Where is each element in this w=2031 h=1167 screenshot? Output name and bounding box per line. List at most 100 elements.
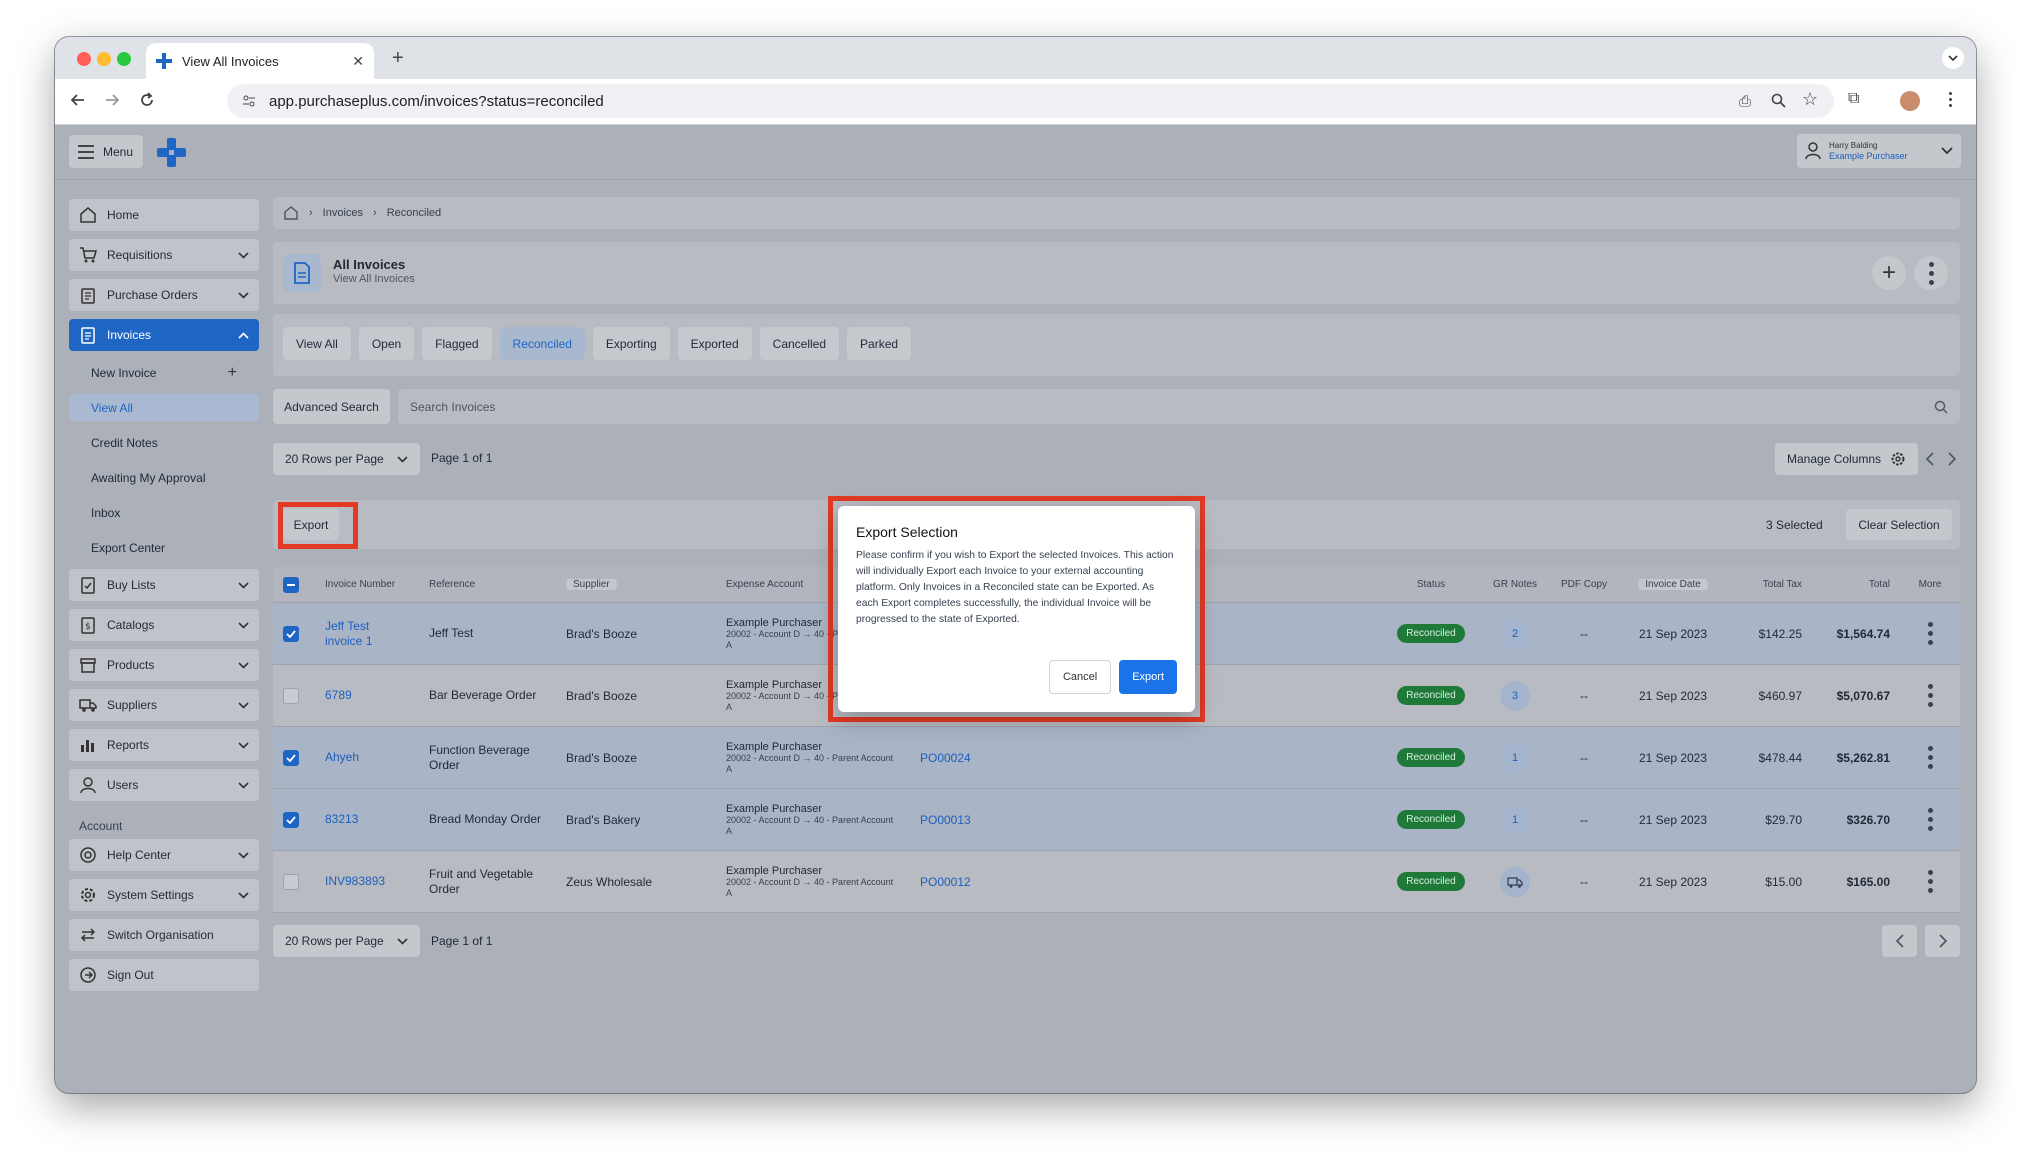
previous-page-icon[interactable] (1925, 452, 1935, 466)
browser-tab[interactable]: View All Invoices ✕ (146, 43, 374, 79)
column-invoice-number[interactable]: Invoice Number (315, 579, 419, 590)
purchase-order-link[interactable]: PO00012 (910, 875, 1380, 889)
table-row[interactable]: INV983893 Fruit and Vegetable Order Zeus… (273, 851, 1960, 913)
tab-parked[interactable]: Parked (847, 327, 912, 360)
row-checkbox[interactable] (283, 749, 299, 766)
sidebar-sub-view-all[interactable]: View All (69, 394, 259, 421)
next-page-button[interactable] (1925, 925, 1960, 957)
row-more-icon[interactable] (1927, 622, 1933, 645)
gr-notes-count[interactable]: 1 (1500, 742, 1530, 773)
column-pdf-copy[interactable]: PDF Copy (1548, 579, 1620, 590)
invoice-number-link[interactable]: Ahyeh (315, 750, 419, 765)
sidebar-item-catalogs[interactable]: $ Catalogs (69, 609, 259, 641)
zoom-icon[interactable] (1771, 93, 1787, 109)
address-bar[interactable]: app.purchaseplus.com/invoices?status=rec… (227, 84, 1834, 118)
rows-per-page-select-bottom[interactable]: 20 Rows per Page (273, 925, 420, 957)
reload-icon[interactable] (138, 91, 156, 109)
confirm-export-button[interactable]: Export (1119, 660, 1177, 694)
maximize-window-button[interactable] (117, 52, 131, 66)
sidebar-sub-awaiting-approval[interactable]: Awaiting My Approval (69, 464, 259, 491)
sidebar-sub-inbox[interactable]: Inbox (69, 499, 259, 526)
table-row[interactable]: 83213 Bread Monday Order Brad's Bakery E… (273, 789, 1960, 851)
back-icon[interactable] (69, 91, 87, 109)
profile-avatar[interactable] (1900, 91, 1920, 111)
sidebar-sub-new-invoice[interactable]: New Invoice + (69, 359, 259, 386)
row-checkbox[interactable] (283, 687, 299, 704)
user-menu-button[interactable]: Harry Balding Example Purchaser (1797, 134, 1961, 168)
column-reference[interactable]: Reference (419, 579, 556, 590)
browser-menu-icon[interactable] (1949, 92, 1952, 107)
sidebar-item-buy-lists[interactable]: Buy Lists (69, 569, 259, 601)
more-options-button[interactable] (1914, 256, 1948, 290)
cancel-button[interactable]: Cancel (1048, 660, 1112, 694)
column-supplier[interactable]: Supplier (566, 579, 617, 590)
tab-view-all[interactable]: View All (283, 327, 351, 360)
row-more-icon[interactable] (1927, 746, 1933, 769)
gr-notes-count[interactable]: 1 (1500, 804, 1530, 835)
row-more-icon[interactable] (1927, 808, 1933, 831)
rows-per-page-select[interactable]: 20 Rows per Page (273, 443, 420, 475)
purchaseplus-logo-icon[interactable] (157, 138, 186, 167)
row-checkbox[interactable] (283, 811, 299, 828)
breadcrumb-invoices-link[interactable]: Invoices (323, 207, 363, 219)
close-window-button[interactable] (77, 52, 91, 66)
column-total[interactable]: Total (1812, 579, 1900, 590)
row-more-icon[interactable] (1927, 870, 1933, 893)
purchase-order-link[interactable]: PO00024 (910, 751, 1380, 765)
column-status[interactable]: Status (1380, 579, 1482, 590)
install-app-icon[interactable]: ⎙ (1739, 93, 1751, 110)
row-more-icon[interactable] (1927, 684, 1933, 707)
sidebar-item-products[interactable]: Products (69, 649, 259, 681)
site-info-icon[interactable] (241, 93, 257, 109)
sidebar-item-help-center[interactable]: Help Center (69, 839, 259, 871)
column-gr-notes[interactable]: GR Notes (1482, 579, 1548, 590)
invoice-number-link[interactable]: 6789 (315, 688, 419, 703)
tab-exported[interactable]: Exported (677, 327, 752, 360)
sidebar-item-reports[interactable]: Reports (69, 729, 259, 761)
sidebar-item-purchase-orders[interactable]: Purchase Orders (69, 279, 259, 311)
tab-open[interactable]: Open (358, 327, 415, 360)
sidebar-item-invoices[interactable]: Invoices (69, 319, 259, 351)
sidebar-item-switch-organisation[interactable]: Switch Organisation (69, 919, 259, 951)
sidebar-sub-export-center[interactable]: Export Center (69, 534, 259, 561)
forward-icon[interactable] (103, 91, 121, 109)
new-tab-icon[interactable]: + (392, 47, 404, 70)
previous-page-button[interactable] (1882, 925, 1917, 957)
home-icon[interactable] (283, 205, 299, 221)
sidebar-item-requisitions[interactable]: Requisitions (69, 239, 259, 271)
add-invoice-button[interactable]: + (1872, 256, 1906, 290)
select-all-checkbox[interactable] (283, 576, 299, 593)
purchase-order-link[interactable]: PO00013 (910, 813, 1380, 827)
row-checkbox[interactable] (283, 873, 299, 890)
clear-selection-button[interactable]: Clear Selection (1846, 509, 1952, 540)
manage-columns-button[interactable]: Manage Columns (1775, 443, 1918, 475)
sidebar-item-users[interactable]: Users (69, 769, 259, 801)
search-input[interactable]: Search Invoices (398, 389, 1960, 424)
menu-button[interactable]: Menu (69, 135, 143, 168)
sidebar-item-system-settings[interactable]: System Settings (69, 879, 259, 911)
invoice-number-link[interactable]: 83213 (315, 812, 419, 827)
sidebar-item-sign-out[interactable]: Sign Out (69, 959, 259, 991)
tab-exporting[interactable]: Exporting (592, 327, 670, 360)
row-checkbox[interactable] (283, 625, 299, 642)
tab-cancelled[interactable]: Cancelled (759, 327, 840, 360)
minimize-window-button[interactable] (97, 52, 111, 66)
next-page-icon[interactable] (1947, 452, 1957, 466)
tab-search-icon[interactable] (1942, 47, 1964, 69)
invoice-number-link[interactable]: Jeff Test invoice 1 (315, 619, 419, 649)
tab-close-icon[interactable]: ✕ (352, 53, 364, 70)
truck-icon[interactable] (1500, 866, 1530, 897)
invoice-number-link[interactable]: INV983893 (315, 874, 419, 889)
tab-reconciled[interactable]: Reconciled (499, 327, 585, 360)
sidebar-item-home[interactable]: Home (69, 199, 259, 231)
table-row[interactable]: Ahyeh Function Beverage Order Brad's Boo… (273, 727, 1960, 789)
bookmark-star-icon[interactable]: ☆ (1802, 89, 1818, 110)
sidebar-sub-credit-notes[interactable]: Credit Notes (69, 429, 259, 456)
advanced-search-button[interactable]: Advanced Search (273, 389, 390, 424)
extensions-icon[interactable]: ⧉ (1848, 90, 1859, 108)
column-invoice-date[interactable]: Invoice Date (1638, 579, 1708, 590)
sidebar-item-suppliers[interactable]: Suppliers (69, 689, 259, 721)
plus-icon[interactable]: + (228, 364, 237, 382)
gr-notes-count[interactable]: 3 (1500, 680, 1530, 711)
tab-flagged[interactable]: Flagged (422, 327, 492, 360)
